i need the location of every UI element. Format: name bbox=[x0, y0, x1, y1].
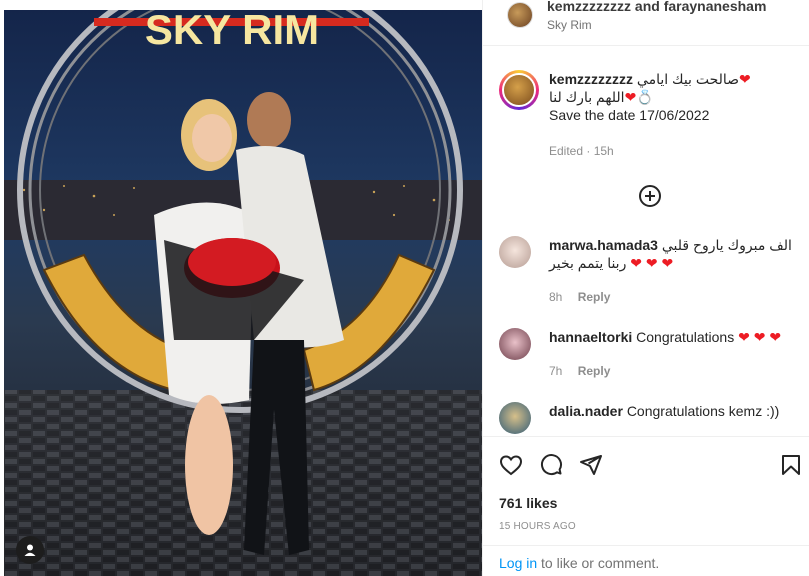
comment-icon[interactable] bbox=[539, 453, 563, 477]
post-photo[interactable]: SKY RIM bbox=[4, 0, 482, 576]
likes-count[interactable]: 761 likes bbox=[499, 495, 557, 511]
post-sidebar: kemzzzzzzzz and faraynanesham Sky Rim ke… bbox=[482, 0, 809, 576]
caption-username[interactable]: kemzzzzzzzz bbox=[549, 71, 633, 87]
comment-time: 7h bbox=[549, 364, 563, 378]
comment-text-line2: ربنا يتمم بخير bbox=[549, 255, 627, 271]
reply-button[interactable]: Reply bbox=[578, 364, 611, 378]
photo-scene: SKY RIM bbox=[4, 10, 482, 576]
comment-username[interactable]: hannaeltorki bbox=[549, 329, 632, 345]
login-rest: to like or comment. bbox=[537, 555, 660, 571]
comment-text: Congratulations bbox=[636, 329, 735, 345]
heart-emoji: ❤ bbox=[624, 89, 637, 105]
caption-avatar[interactable] bbox=[499, 70, 539, 110]
sign-text: SKY RIM bbox=[145, 10, 319, 53]
comment-text: الف مبروك ياروح قلبي bbox=[661, 237, 792, 253]
caption-line1: صالحت بيك ايامي bbox=[636, 71, 740, 87]
login-link[interactable]: Log in bbox=[499, 555, 537, 571]
comment-username[interactable]: dalia.nader bbox=[549, 403, 623, 419]
commenter-avatar[interactable] bbox=[499, 236, 531, 268]
heart-emoji: ❤ bbox=[739, 71, 751, 87]
plus-circle-icon bbox=[639, 185, 661, 207]
post-timestamp: 15 HOURS AGO bbox=[499, 521, 576, 532]
load-more-comments-button[interactable] bbox=[638, 184, 662, 208]
post-header: kemzzzzzzzz and faraynanesham Sky Rim bbox=[483, 0, 809, 46]
caption-line3: Save the date 17/06/2022 bbox=[549, 107, 710, 123]
login-prompt: Log in to like or comment. bbox=[483, 545, 809, 576]
location-link[interactable]: Sky Rim bbox=[547, 18, 592, 32]
header-usernames[interactable]: kemzzzzzzzz and faraynanesham bbox=[547, 0, 766, 14]
caption-meta: Edited · 15h bbox=[549, 144, 614, 158]
heart-icon[interactable] bbox=[499, 453, 523, 477]
bookmark-icon[interactable] bbox=[779, 453, 803, 477]
comments-section: kemzzzzzzzz صالحت بيك ايامي❤ اللهم بارك … bbox=[483, 56, 809, 436]
comment-text: Congratulations kemz :)) bbox=[626, 403, 780, 419]
send-icon[interactable] bbox=[579, 453, 603, 477]
heart-emoji: ❤ ❤ ❤ bbox=[630, 255, 674, 271]
commenter-avatar[interactable] bbox=[499, 328, 531, 360]
post-actions: 761 likes 15 HOURS AGO Log in to like or… bbox=[483, 436, 809, 576]
heart-emoji: ❤ ❤ ❤ bbox=[738, 329, 782, 345]
caption-line2: اللهم بارك لنا bbox=[549, 89, 625, 105]
user-tag-icon[interactable] bbox=[16, 536, 44, 564]
comment-time: 8h bbox=[549, 290, 563, 304]
comment-username[interactable]: marwa.hamada3 bbox=[549, 237, 658, 253]
ring-emoji: 💍 bbox=[636, 89, 654, 105]
commenter-avatar[interactable] bbox=[499, 402, 531, 434]
reply-button[interactable]: Reply bbox=[578, 290, 611, 304]
author-avatar[interactable] bbox=[507, 2, 533, 28]
